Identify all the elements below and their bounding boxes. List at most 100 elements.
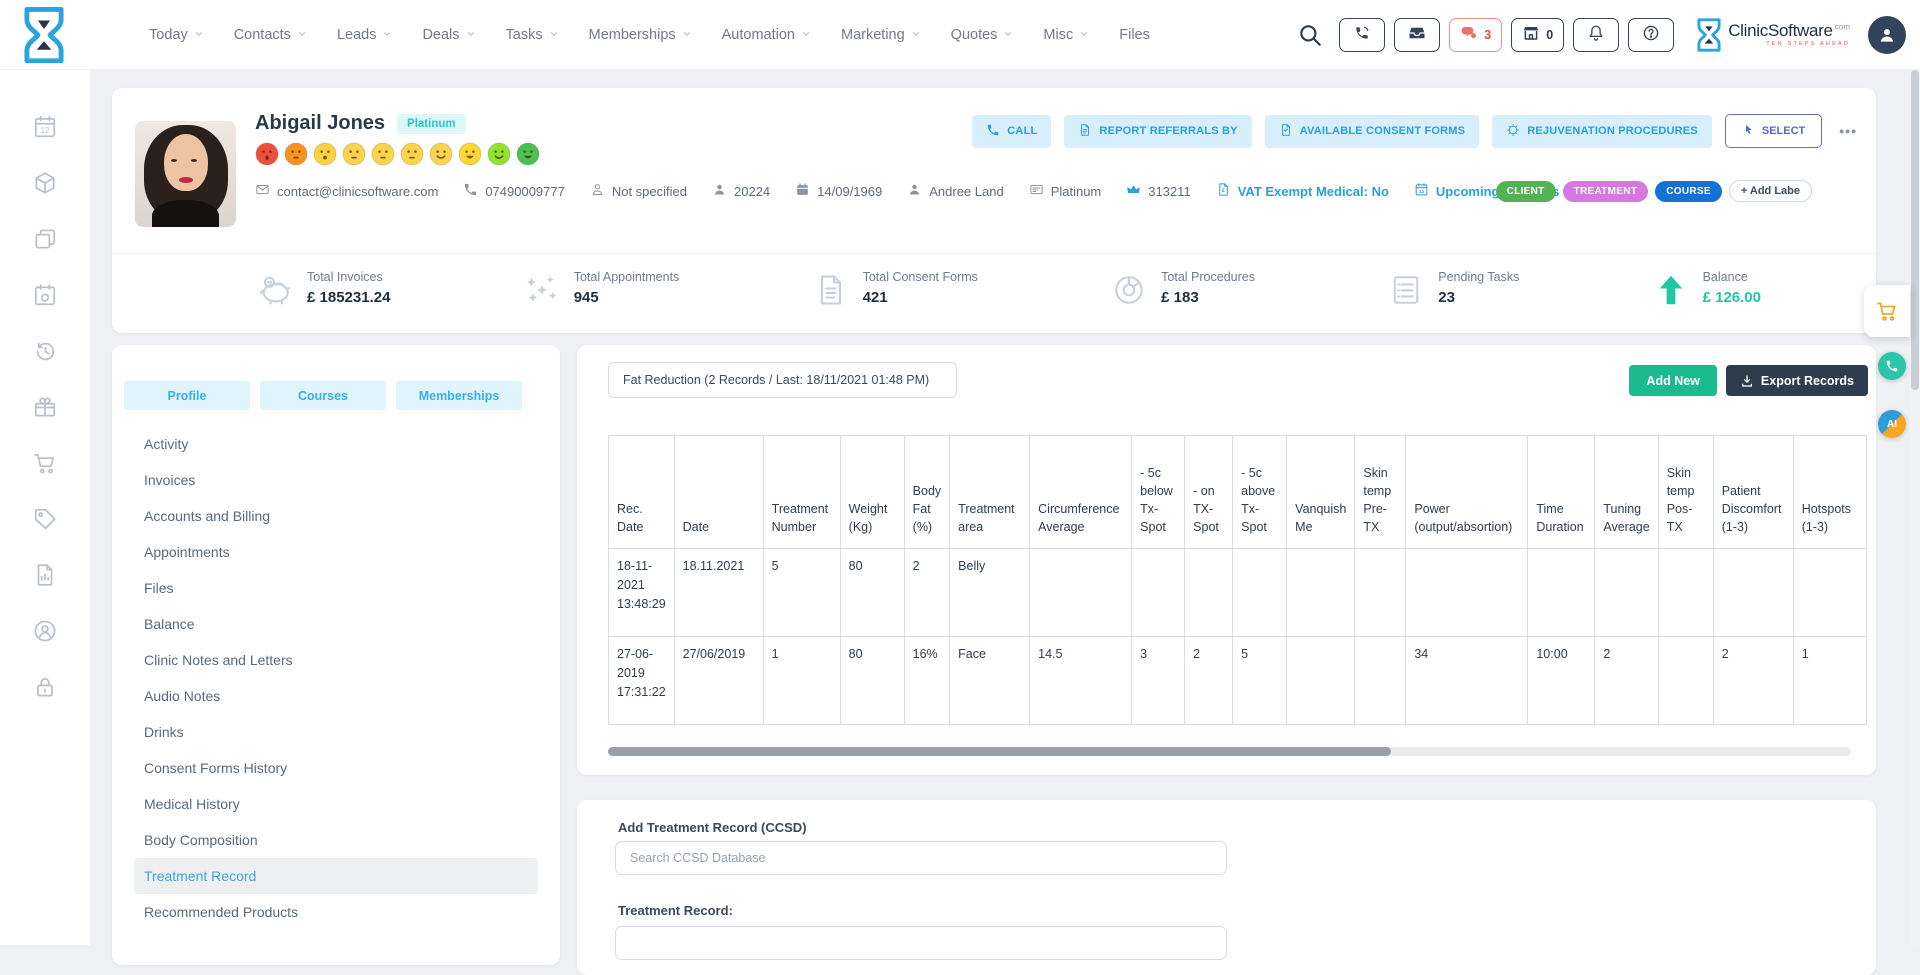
search-icon[interactable] — [1297, 22, 1323, 48]
help-button[interactable] — [1628, 18, 1674, 52]
mood-face-icon-6[interactable] — [400, 142, 424, 171]
mood-face-icon-10[interactable] — [516, 142, 540, 171]
rail-calendar-12-icon[interactable]: 12 — [32, 114, 58, 140]
contact-andree-land[interactable]: Andree Land — [907, 182, 1003, 200]
tab-profile[interactable]: Profile — [124, 381, 250, 410]
rail-lock-icon[interactable] — [32, 674, 58, 700]
table-cell: 14.5 — [1030, 637, 1132, 725]
ai-assistant-button[interactable]: AI — [1878, 410, 1906, 438]
stat-value: 421 — [863, 289, 978, 306]
nav-item-label: Leads — [337, 27, 377, 43]
sidebar-item-treatment-record[interactable]: Treatment Record — [134, 858, 538, 894]
label-course[interactable]: COURSE — [1655, 181, 1722, 202]
column-header: Patient Discomfort (1-3) — [1713, 436, 1793, 549]
rail-gift-icon[interactable] — [32, 394, 58, 420]
export-records-button[interactable]: Export Records — [1726, 365, 1868, 396]
rail-calendar-sync-icon[interactable] — [32, 282, 58, 308]
chat-button[interactable]: 3 — [1449, 18, 1502, 52]
nav-item-marketing[interactable]: Marketing — [841, 27, 921, 43]
chevron-down-icon — [1079, 27, 1089, 43]
contact-313211[interactable]: 313211 — [1126, 182, 1190, 200]
mood-face-icon-3[interactable] — [313, 142, 337, 171]
nav-item-quotes[interactable]: Quotes — [951, 27, 1014, 43]
rejuvenation-procedures-button[interactable]: REJUVENATION PROCEDURES — [1492, 115, 1712, 148]
rail-history-icon[interactable] — [32, 338, 58, 364]
rail-chart-doc-icon[interactable] — [32, 562, 58, 588]
label-client[interactable]: CLIENT — [1496, 181, 1556, 202]
donut-icon — [1111, 270, 1147, 313]
nav-item-label: Files — [1119, 27, 1150, 43]
sidebar-item-medical-history[interactable]: Medical History — [134, 786, 538, 822]
inbox-button[interactable] — [1394, 18, 1440, 52]
contact-platinum[interactable]: Platinum — [1029, 182, 1102, 200]
clinicsoftware-hourglass-logo-icon[interactable] — [22, 7, 66, 63]
contact-14-09-1969[interactable]: 14/09/1969 — [795, 182, 882, 200]
cart-widget-button[interactable] — [1864, 285, 1910, 337]
rail-cart-icon[interactable] — [32, 450, 58, 476]
nav-item-contacts[interactable]: Contacts — [234, 27, 307, 43]
select-button[interactable]: SELECT — [1725, 114, 1822, 148]
scrollbar-thumb[interactable] — [608, 747, 1391, 756]
add-label-button[interactable]: + Add Labe — [1729, 180, 1812, 202]
sidebar-item-appointments[interactable]: Appointments — [134, 534, 538, 570]
mood-face-icon-2[interactable] — [284, 142, 308, 171]
tab-memberships[interactable]: Memberships — [396, 381, 522, 410]
contact-vat-exempt-medical-no[interactable]: £VAT Exempt Medical: No — [1216, 182, 1389, 200]
patient-photo[interactable] — [135, 121, 236, 227]
sidebar-item-balance[interactable]: Balance — [134, 606, 538, 642]
store-button[interactable]: 0 — [1511, 18, 1564, 52]
call-button[interactable]: CALL — [972, 115, 1051, 148]
sidebar-item-files[interactable]: Files — [134, 570, 538, 606]
bell-button[interactable] — [1573, 18, 1619, 52]
sidebar-item-consent-forms-history[interactable]: Consent Forms History — [134, 750, 538, 786]
mood-face-icon-7[interactable] — [429, 142, 453, 171]
mood-face-icon-4[interactable] — [342, 142, 366, 171]
table-cell: 5 — [1233, 637, 1287, 725]
rail-package-icon[interactable] — [32, 170, 58, 196]
nav-item-files[interactable]: Files — [1119, 27, 1150, 43]
sidebar-item-clinic-notes-and-letters[interactable]: Clinic Notes and Letters — [134, 642, 538, 678]
contact-not-specified[interactable]: Not specified — [590, 182, 687, 200]
user-avatar[interactable] — [1868, 16, 1906, 54]
sidebar-item-recommended-products[interactable]: Recommended Products — [134, 894, 538, 930]
more-actions-button[interactable]: ••• — [1835, 123, 1861, 139]
nav-item-memberships[interactable]: Memberships — [589, 27, 692, 43]
ccsd-search-input[interactable] — [615, 841, 1227, 875]
available-consent-forms-button[interactable]: AVAILABLE CONSENT FORMS — [1265, 115, 1480, 148]
sidebar-item-drinks[interactable]: Drinks — [134, 714, 538, 750]
rail-tag-icon[interactable] — [32, 506, 58, 532]
record-type-selector[interactable]: Fat Reduction (2 Records / Last: 18/11/2… — [608, 362, 957, 398]
nav-item-deals[interactable]: Deals — [422, 27, 475, 43]
sidebar-item-audio-notes[interactable]: Audio Notes — [134, 678, 538, 714]
floating-call-button[interactable] — [1878, 352, 1906, 380]
sidebar-item-activity[interactable]: Activity — [134, 426, 538, 462]
nav-item-tasks[interactable]: Tasks — [506, 27, 559, 43]
add-new-button[interactable]: Add New — [1629, 365, 1716, 396]
report-referrals-by-button[interactable]: REPORT REFERRALS BY — [1064, 115, 1251, 148]
nav-item-automation[interactable]: Automation — [722, 27, 811, 43]
mood-face-icon-8[interactable] — [458, 142, 482, 171]
label-treatment[interactable]: TREATMENT — [1563, 181, 1649, 202]
mood-face-icon-5[interactable] — [371, 142, 395, 171]
phone-ring-button[interactable] — [1339, 18, 1385, 52]
clinicsoftware-brand[interactable]: ClinicSoftware.com TEN STEPS AHEAD — [1696, 17, 1850, 53]
table-cell — [1030, 549, 1132, 637]
nav-item-misc[interactable]: Misc — [1043, 27, 1089, 43]
tab-courses[interactable]: Courses — [260, 381, 386, 410]
nav-item-today[interactable]: Today — [149, 27, 204, 43]
mood-face-icon-9[interactable] — [487, 142, 511, 171]
table-row-1[interactable]: 18-11-2021 13:48:2918.11.20215802Belly — [609, 549, 1867, 637]
rail-user-lock-icon[interactable] — [32, 618, 58, 644]
sidebar-item-accounts-and-billing[interactable]: Accounts and Billing — [134, 498, 538, 534]
rail-copy-icon[interactable] — [32, 226, 58, 252]
scrollbar-thumb[interactable] — [1911, 70, 1919, 390]
sidebar-item-body-composition[interactable]: Body Composition — [134, 822, 538, 858]
contact-contact-clinicsoftware-com[interactable]: contact@clinicsoftware.com — [255, 182, 438, 200]
mood-face-icon-1[interactable] — [255, 142, 279, 171]
contact-07490009777[interactable]: 07490009777 — [463, 182, 565, 200]
sidebar-item-invoices[interactable]: Invoices — [134, 462, 538, 498]
table-row-2[interactable]: 27-06-2019 17:31:2227/06/201918016%Face1… — [609, 637, 1867, 725]
contact-20224[interactable]: 20224 — [712, 182, 770, 200]
nav-item-leads[interactable]: Leads — [337, 27, 393, 43]
treatment-record-input[interactable] — [615, 926, 1227, 960]
